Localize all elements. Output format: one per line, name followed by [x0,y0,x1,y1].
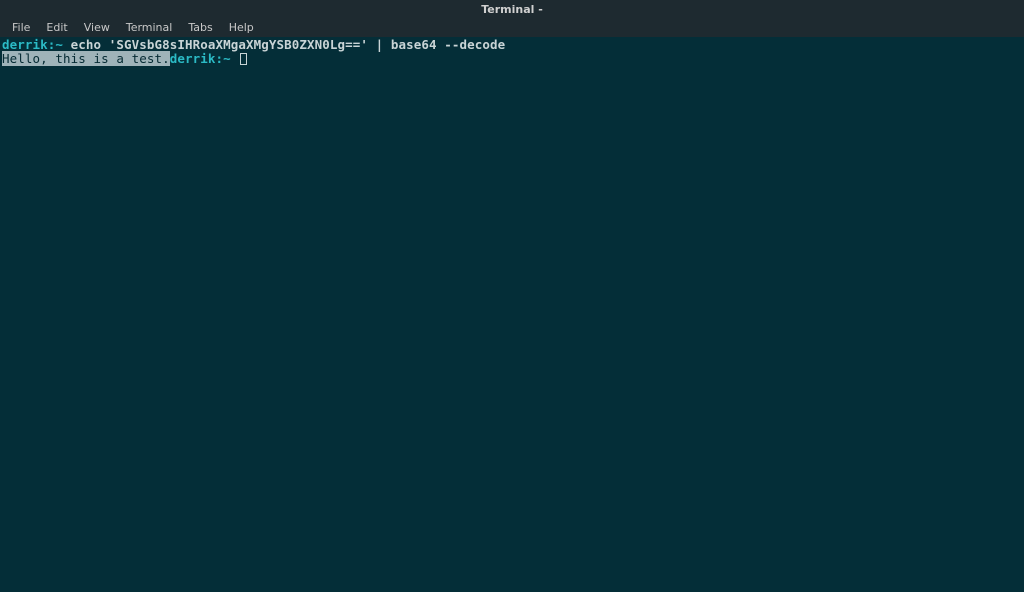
command-text: echo 'SGVsbG8sIHRoaXMgaXMgYSB0ZXN0Lg==' … [63,37,505,52]
menu-file[interactable]: File [4,19,38,36]
command-output: Hello, this is a test. [2,51,170,66]
menu-terminal[interactable]: Terminal [118,19,181,36]
window-title: Terminal - [481,3,543,16]
window-titlebar: Terminal - [0,0,1024,18]
menu-edit[interactable]: Edit [38,19,75,36]
terminal-line: derrik:~ echo 'SGVsbG8sIHRoaXMgaXMgYSB0Z… [2,38,1022,52]
terminal-viewport[interactable]: derrik:~ echo 'SGVsbG8sIHRoaXMgaXMgYSB0Z… [0,37,1024,67]
prompt: derrik:~ [2,37,63,52]
menu-tabs[interactable]: Tabs [180,19,220,36]
command-text [231,51,239,66]
terminal-line: Hello, this is a test.derrik:~ [2,52,1022,66]
menu-help[interactable]: Help [221,19,262,36]
menu-view[interactable]: View [76,19,118,36]
cursor [240,53,247,65]
menubar: File Edit View Terminal Tabs Help [0,18,1024,37]
prompt: derrik:~ [170,51,231,66]
